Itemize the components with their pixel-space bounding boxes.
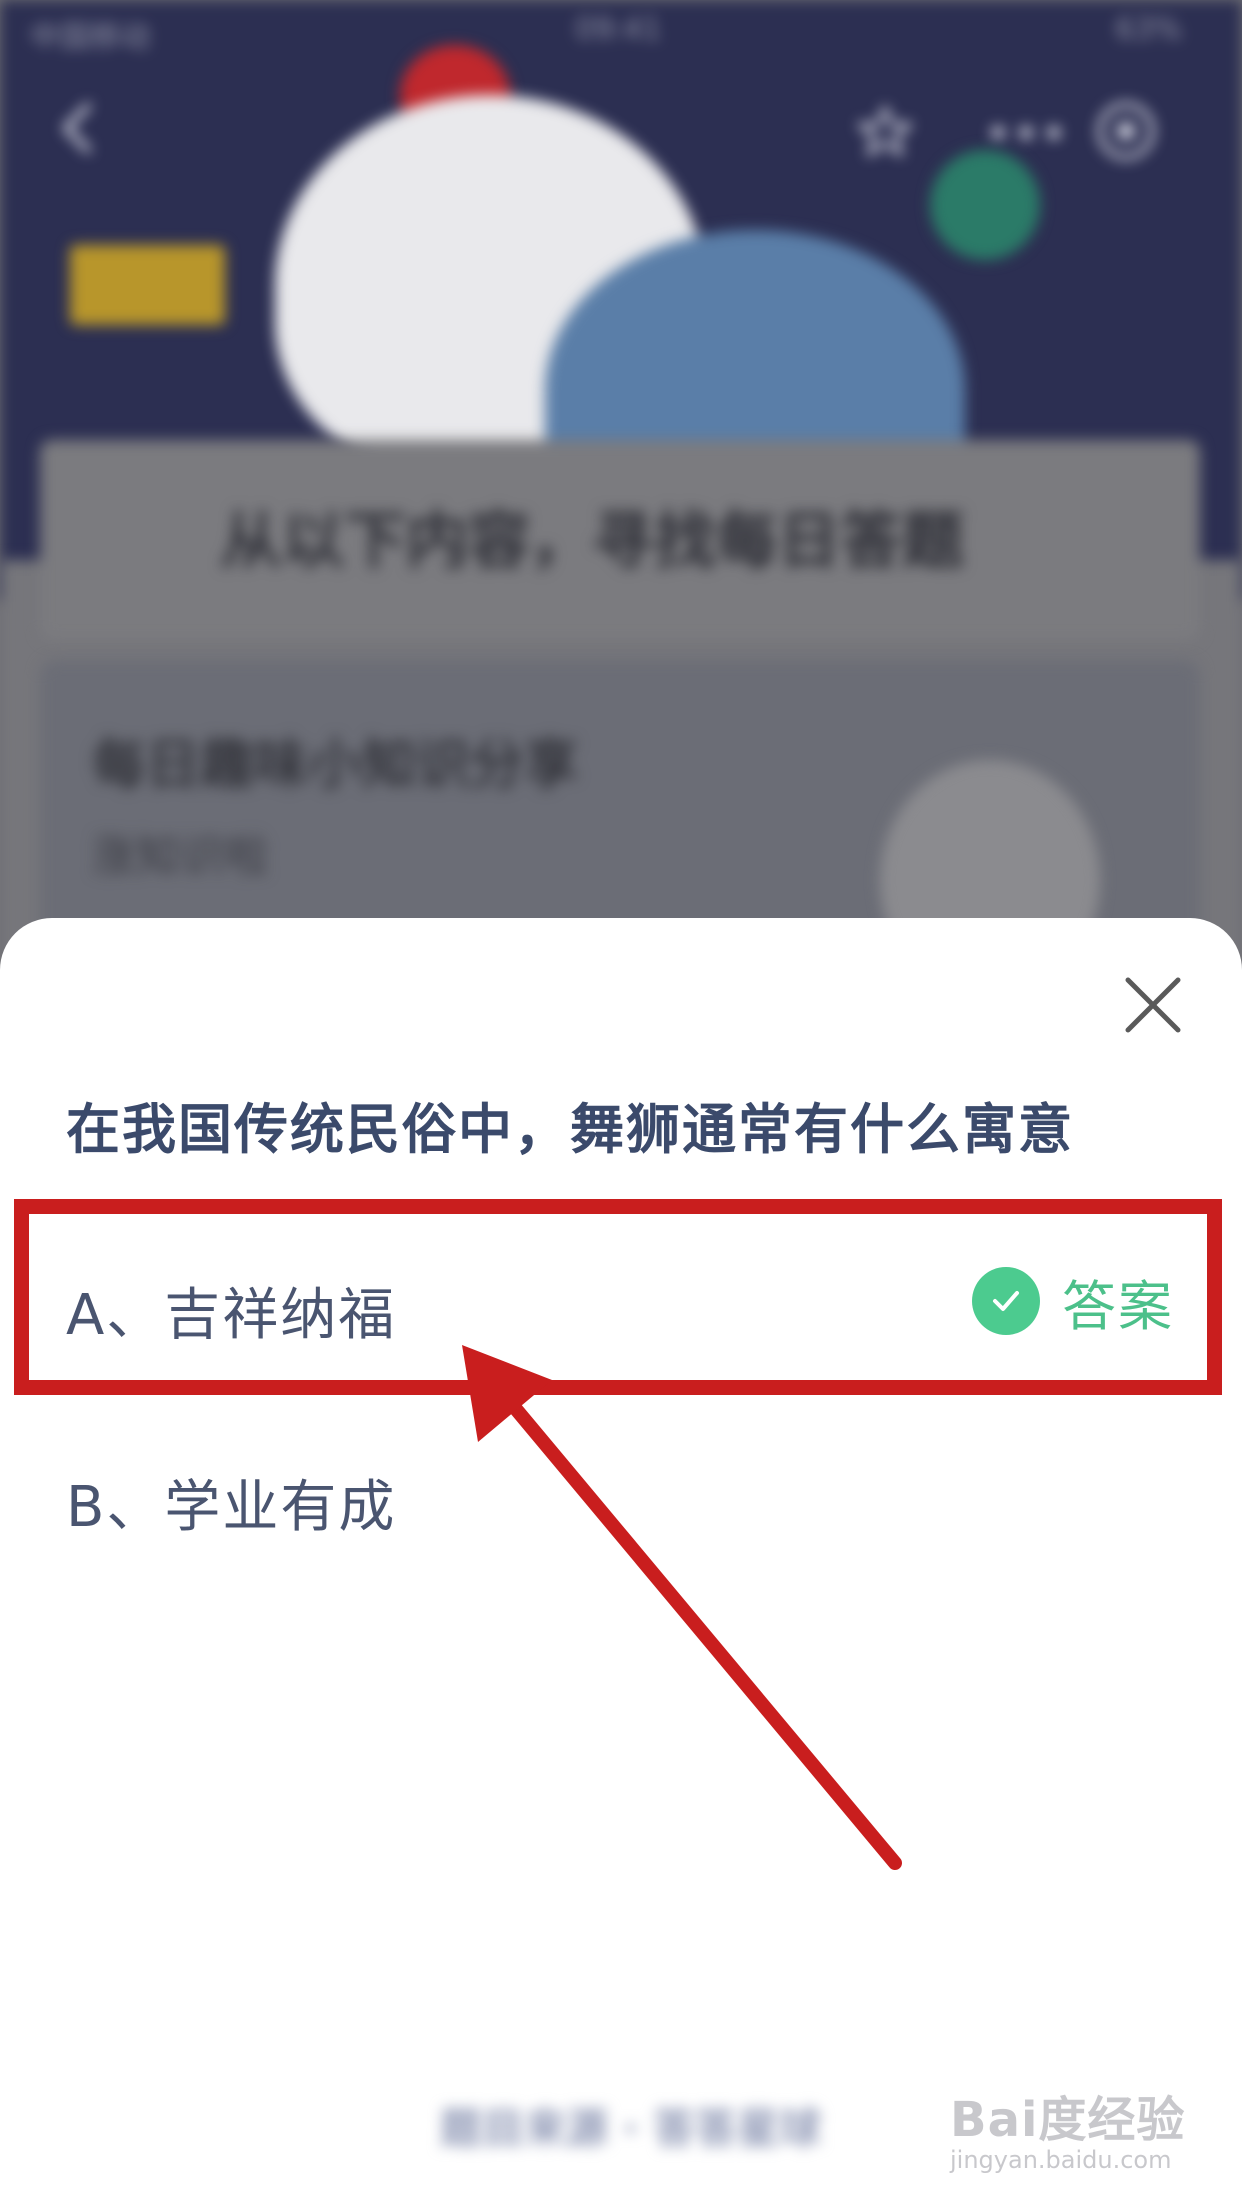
clock: 09:41 bbox=[575, 12, 662, 47]
info-card-title: 每日趣味小知识分享 bbox=[92, 733, 578, 796]
planet-decoration bbox=[930, 150, 1040, 260]
footer-source: 题目来源 · 答答星球 bbox=[440, 2104, 822, 2153]
hero-title: 从以下内容，寻找每日答题 bbox=[220, 504, 965, 577]
badge-decoration bbox=[70, 245, 225, 325]
more-icon[interactable]: ••• bbox=[985, 113, 1069, 157]
star-icon[interactable] bbox=[855, 102, 915, 162]
back-icon[interactable] bbox=[50, 100, 106, 156]
watermark-logo: Bai度经验 bbox=[950, 2092, 1186, 2148]
baidu-watermark: Bai度经验 jingyan.baidu.com bbox=[950, 2080, 1185, 2174]
close-miniapp-icon[interactable] bbox=[1095, 100, 1157, 162]
question-text: 在我国传统民俗中，舞狮通常有什么寓意 bbox=[66, 1098, 1074, 1161]
status-bar: 中国移动 09:41 63% bbox=[0, 0, 1242, 60]
watermark-url: jingyan.baidu.com bbox=[950, 2146, 1172, 2174]
highlight-box bbox=[14, 1199, 1222, 1395]
close-icon[interactable] bbox=[1118, 970, 1188, 1040]
battery-level: 63% bbox=[1115, 12, 1182, 47]
option-b[interactable]: B、学业有成 bbox=[66, 1462, 396, 1543]
carrier-label: 中国移动 bbox=[30, 20, 150, 55]
info-card-subtitle: 涨知识啦 bbox=[92, 831, 268, 882]
